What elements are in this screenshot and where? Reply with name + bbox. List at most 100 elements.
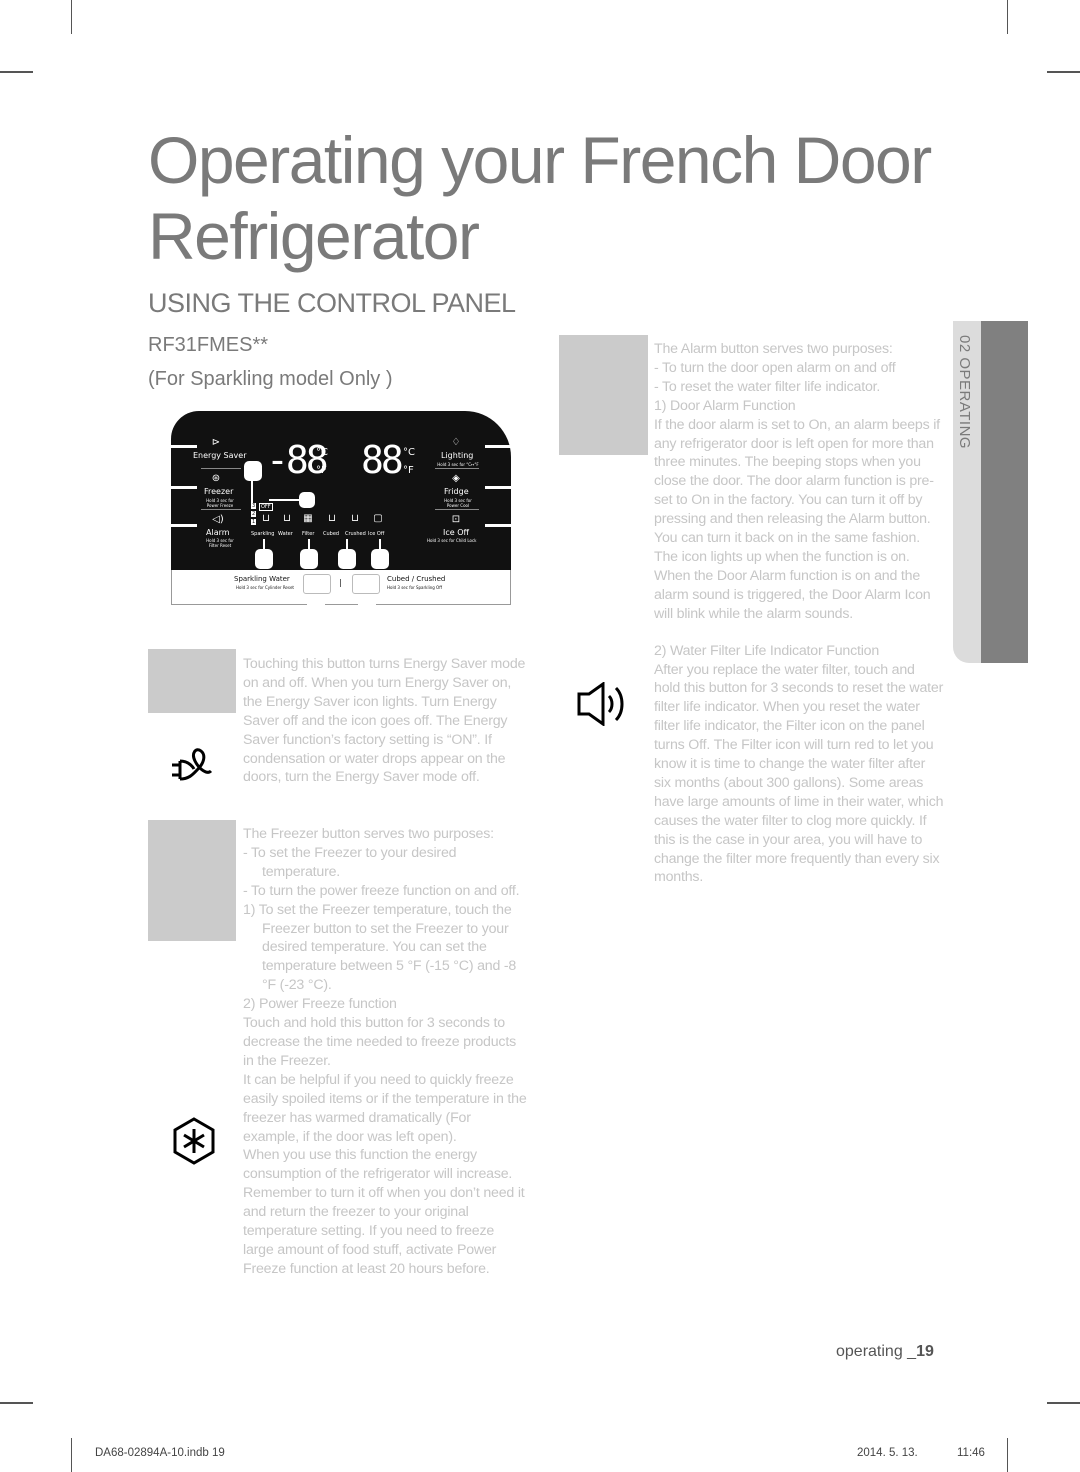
freezer-description: The Freezer button serves two purposes: …	[243, 825, 528, 1279]
alarm-hint: Hold 3 sec for Filter Reset	[206, 538, 234, 548]
ice-off-hint: Hold 3 sec for Child Lock	[427, 538, 477, 543]
chapter-side-tab: 02 OPERATING	[953, 321, 1028, 663]
page-number: 19	[916, 1343, 934, 1360]
panel-tick	[485, 486, 511, 489]
fridge-temp-display: 88	[361, 438, 404, 482]
freezer-unit-f: °F	[316, 465, 327, 476]
crushed-ice-icon: ⊔	[351, 513, 359, 524]
alarm-item-1-body: If the door alarm is set to On, an alarm…	[654, 416, 940, 622]
freezer-button-image	[148, 820, 236, 941]
level-2: 2	[251, 511, 257, 517]
freezer-intro: The Freezer button serves two purposes:	[243, 826, 494, 842]
freezer-item-2-p3: When you use this function the energy co…	[243, 1147, 525, 1277]
alarm-label[interactable]: Alarm	[206, 528, 230, 537]
freezer-bullet: - To set the Freezer to your desired tem…	[243, 844, 457, 880]
crop-mark	[1047, 71, 1080, 73]
alarm-speaker-icon: ◁)	[212, 514, 224, 525]
cubed-crushed-button[interactable]	[352, 574, 380, 594]
crop-mark	[71, 0, 72, 34]
alarm-item-2-body: After you replace the water filter, touc…	[654, 661, 944, 886]
sparkling-cup-icon: ⊔	[262, 513, 270, 524]
page-footer: operating _19	[836, 1343, 934, 1361]
dispenser-strip: Sparkling Water Hold 3 sec for Cylinder …	[171, 570, 511, 605]
freezer-item-2-p1: Touch and hold this button for 3 seconds…	[243, 1015, 516, 1069]
callout-line	[269, 499, 301, 501]
callout-line	[251, 479, 253, 505]
panel-tick	[171, 486, 197, 489]
lighting-label[interactable]: Lighting	[441, 451, 473, 460]
freezer-hint: Hold 3 sec for Power Freeze	[206, 498, 234, 508]
off-badge: OFF	[259, 503, 273, 511]
model-note: (For Sparkling model Only )	[148, 368, 393, 390]
crushed-label: Crushed	[345, 531, 366, 537]
divider	[201, 509, 241, 510]
side-tab-label: 02 OPERATING	[956, 335, 973, 450]
divider	[435, 468, 479, 469]
crop-mark	[1007, 0, 1008, 34]
crop-mark	[71, 1438, 72, 1472]
callout-box	[338, 549, 356, 569]
callout-box	[299, 492, 315, 508]
freezer-snowflake-icon: ⊛	[211, 473, 221, 484]
energy-saver-icon	[168, 743, 218, 789]
callout-gap	[358, 601, 376, 605]
level-3: 3	[251, 503, 257, 509]
sparkling-label: Sparkling	[251, 531, 275, 537]
model-number: RF31FMES**	[148, 334, 269, 356]
crop-mark	[1007, 1438, 1008, 1472]
control-panel-illustration: ⊳ Energy Saver ⊛ Freezer Hold 3 sec for …	[171, 411, 511, 606]
ice-off-small-label: Ice Off	[368, 531, 385, 537]
freezer-item-2-title: 2) Power Freeze function	[243, 996, 397, 1013]
callout-box	[255, 549, 273, 569]
print-slug-time: 11:46	[957, 1447, 985, 1459]
page-title: Operating your French Door Refrigerator	[148, 123, 932, 273]
panel-tick	[171, 445, 197, 448]
freezer-item-2-p2: It can be helpful if you need to quickly…	[243, 1071, 527, 1145]
cubed-ice-icon: ⊔	[328, 513, 336, 524]
energy-saver-plug-icon: ⊳	[211, 437, 221, 448]
sparkling-water-label[interactable]: Sparkling Water	[234, 575, 290, 583]
panel-tick	[171, 524, 197, 527]
alarm-item-1-title: 1) Door Alarm Function	[654, 397, 796, 414]
filter-label: Filter	[302, 531, 315, 537]
callout-box	[300, 549, 318, 569]
alarm-bullet: - To turn the door open alarm on and off	[654, 359, 896, 376]
fridge-drop-icon: ◈	[452, 473, 460, 484]
cubed-crushed-hint: Hold 3 sec for Sparkling Off	[387, 585, 442, 590]
lock-icon: ⊡	[451, 514, 461, 525]
fridge-unit-c: °C	[403, 447, 415, 458]
cubed-crushed-label[interactable]: Cubed / Crushed	[387, 575, 445, 583]
freezer-unit-c: °C	[316, 447, 328, 458]
energy-saver-description: Touching this button turns Energy Saver …	[243, 655, 528, 787]
callout-gap	[307, 601, 325, 605]
print-slug-date: 2014. 5. 13.	[857, 1447, 918, 1459]
panel-tick	[485, 445, 511, 448]
freezer-bullet: - To turn the power freeze function on a…	[243, 882, 520, 899]
divider	[435, 509, 479, 510]
footer-prefix: operating _	[836, 1343, 917, 1360]
water-cup-icon: ⊔	[283, 513, 291, 524]
callout-box	[371, 549, 389, 569]
crop-mark	[0, 71, 33, 73]
alarm-intro: The Alarm button serves two purposes:	[654, 341, 893, 357]
lighting-hint: Hold 3 sec for °C↔°F	[437, 462, 479, 467]
alarm-description: The Alarm button serves two purposes: - …	[654, 340, 944, 887]
ice-off-label[interactable]: Ice Off	[443, 528, 469, 537]
freezer-label[interactable]: Freezer	[204, 487, 233, 496]
energy-saver-label[interactable]: Energy Saver	[193, 451, 246, 460]
crop-mark	[0, 1402, 33, 1404]
fridge-unit-f: °F	[403, 465, 414, 476]
alarm-button-image	[559, 335, 648, 455]
control-panel-display: ⊳ Energy Saver ⊛ Freezer Hold 3 sec for …	[171, 411, 511, 571]
energy-saver-button-image	[148, 649, 236, 713]
filter-icon: ▦	[303, 513, 313, 524]
alarm-item-2-title: 2) Water Filter Life Indicator Function	[654, 642, 880, 659]
sparkling-water-button[interactable]	[303, 574, 331, 594]
crop-mark	[1047, 1402, 1080, 1404]
lighting-bulb-icon: ♢	[451, 437, 461, 448]
panel-tick	[485, 524, 511, 527]
fridge-label[interactable]: Fridge	[444, 487, 469, 496]
divider	[201, 468, 241, 469]
fridge-hint: Hold 3 sec for Power Cool	[444, 498, 472, 508]
level-1: 1	[251, 519, 257, 525]
